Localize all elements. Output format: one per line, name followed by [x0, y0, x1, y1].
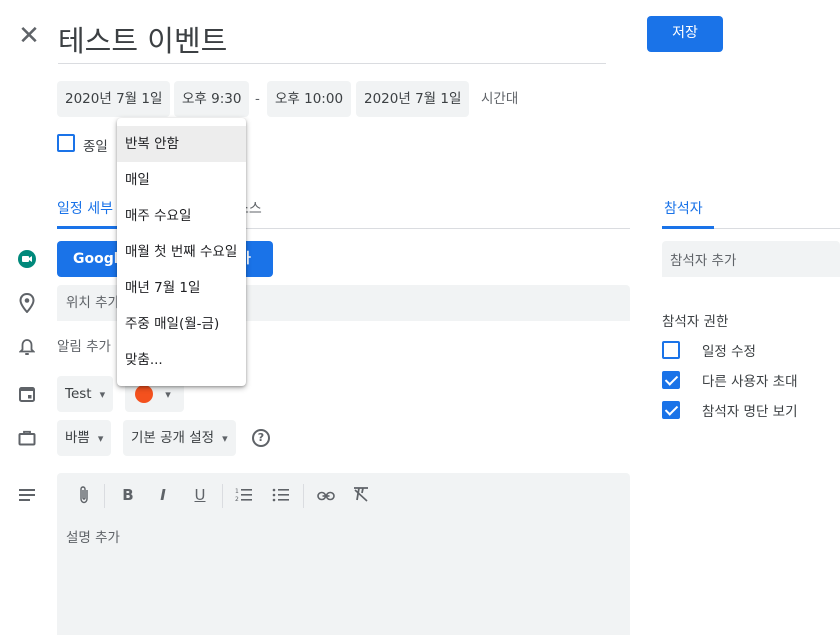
briefcase-icon — [16, 427, 38, 449]
google-meet-icon — [16, 248, 38, 270]
permission-see-guest-list-label: 참석자 명단 보기 — [702, 404, 798, 420]
add-guests-input[interactable]: 참석자 추가 — [662, 241, 840, 277]
bold-icon[interactable]: B — [118, 486, 138, 504]
permission-modify-event-checkbox[interactable] — [662, 341, 680, 359]
guest-permissions-title: 참석자 권한 — [662, 314, 729, 330]
calendar-name: Test — [65, 386, 92, 402]
close-icon[interactable]: ✕ — [14, 22, 44, 52]
start-time-chip[interactable]: 오후 9:30 — [174, 81, 250, 117]
bulleted-list-icon[interactable] — [271, 487, 291, 507]
all-day-checkbox[interactable] — [57, 134, 75, 152]
recurrence-option-custom[interactable]: 맞춤... — [117, 342, 246, 378]
numbered-list-icon[interactable]: 12 — [234, 487, 254, 507]
help-circle-icon[interactable]: ? — [252, 429, 270, 447]
end-time-chip[interactable]: 오후 10:00 — [267, 81, 352, 117]
description-placeholder: 설명 추가 — [66, 530, 120, 546]
recurrence-menu: 반복 안함 매일 매주 수요일 매월 첫 번째 수요일 매년 7월 1일 주중 … — [117, 118, 246, 386]
svg-text:2: 2 — [235, 496, 239, 503]
save-button[interactable]: 저장 — [647, 16, 723, 52]
svg-text:1: 1 — [235, 488, 239, 495]
remove-formatting-icon[interactable] — [351, 486, 371, 506]
busy-select[interactable]: 바쁨 — [57, 420, 112, 456]
description-lines-icon — [16, 484, 38, 506]
guests-tab-indicator — [662, 226, 714, 229]
visibility-select[interactable]: 기본 공개 설정 — [123, 420, 236, 456]
time-separator: - — [255, 91, 260, 107]
recurrence-option-weekdays[interactable]: 주중 매일(월-금) — [117, 306, 246, 342]
toolbar-separator — [222, 484, 223, 508]
attach-icon[interactable] — [74, 485, 94, 509]
add-notification-button[interactable]: 알림 추가 — [57, 329, 111, 365]
timezone-button[interactable]: 시간대 — [481, 81, 518, 117]
recurrence-option-annually[interactable]: 매년 7월 1일 — [117, 270, 246, 306]
active-tab-indicator — [57, 226, 117, 229]
end-date-chip[interactable]: 2020년 7월 1일 — [356, 81, 470, 117]
calendar-select[interactable]: Test — [57, 376, 114, 412]
busy-label: 바쁨 — [65, 430, 90, 446]
toolbar-separator — [303, 484, 304, 508]
italic-icon[interactable]: I — [153, 486, 173, 504]
permission-invite-others-checkbox[interactable] — [662, 371, 680, 389]
underline-icon[interactable]: U — [190, 486, 210, 504]
recurrence-option-weekly[interactable]: 매주 수요일 — [117, 198, 246, 234]
all-day-label: 종일 — [83, 139, 108, 155]
meet-button-label-left: Googl — [73, 251, 119, 267]
tab-guests[interactable]: 참석자 — [664, 198, 703, 218]
permission-invite-others-label: 다른 사용자 초대 — [702, 374, 798, 390]
recurrence-option-daily[interactable]: 매일 — [117, 162, 246, 198]
visibility-label: 기본 공개 설정 — [131, 430, 215, 446]
start-date-chip[interactable]: 2020년 7월 1일 — [57, 81, 171, 117]
permission-see-guest-list-checkbox[interactable] — [662, 401, 680, 419]
recurrence-option-does-not-repeat[interactable]: 반복 안함 — [117, 126, 246, 162]
tab-event-details[interactable]: 일정 세부 — [57, 198, 113, 218]
bell-icon — [16, 336, 38, 358]
permission-modify-event-label: 일정 수정 — [702, 344, 756, 360]
event-title-input[interactable]: 테스트 이벤트 — [58, 16, 606, 64]
recurrence-option-monthly[interactable]: 매월 첫 번째 수요일 — [117, 234, 246, 270]
location-pin-icon — [16, 292, 38, 314]
event-color-swatch — [135, 385, 153, 403]
toolbar-separator — [104, 484, 105, 508]
link-icon[interactable] — [316, 488, 336, 506]
description-editor[interactable] — [57, 473, 630, 635]
calendar-icon — [16, 383, 38, 405]
